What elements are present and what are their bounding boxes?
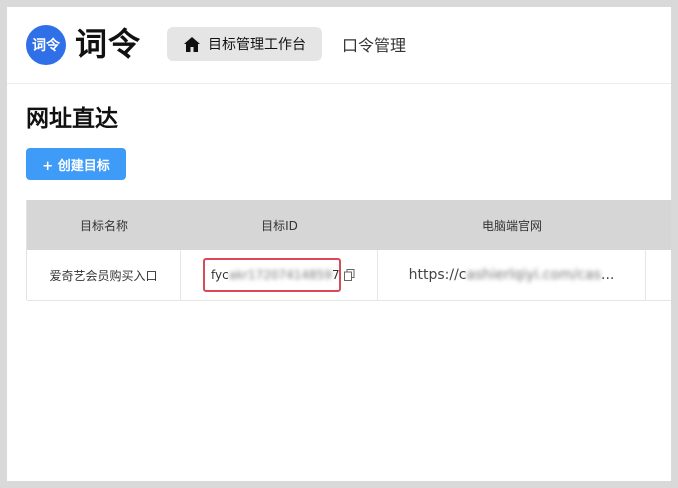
url-obscured: ashierlqiyi.com/cas <box>466 267 601 283</box>
nav-item-command-management[interactable]: 口令管理 <box>342 27 406 61</box>
logo[interactable]: 词令 <box>26 25 66 65</box>
row-extra-cell <box>646 250 671 300</box>
brand-name: 词令 <box>75 25 142 63</box>
targets-table: 目标名称 目标ID 电脑端官网 爱奇艺会员购买入口 fyc akr17207414… <box>26 200 671 301</box>
target-name-cell: 爱奇艺会员购买入口 <box>27 250 181 300</box>
column-header-desktop-url[interactable]: 电脑端官网 <box>378 200 646 250</box>
top-header: 词令 词令 目标管理工作台 口令管理 <box>7 7 671 84</box>
url-prefix: https://c <box>408 267 467 283</box>
create-target-button[interactable]: + 创建目标 <box>26 148 126 180</box>
desktop-url-cell[interactable]: https://cashierlqiyi.com/cas... <box>378 250 646 300</box>
target-id-obscured: akr17207414859 <box>228 268 332 282</box>
table-row: 爱奇艺会员购买入口 fyc akr17207414859 7 https://cas… <box>27 250 671 301</box>
app-window: 词令 词令 目标管理工作台 口令管理 网址直达 + 创建目标 目标名称 目标ID… <box>7 7 671 481</box>
nav-item-target-workbench[interactable]: 目标管理工作台 <box>167 27 322 61</box>
table-header: 目标名称 目标ID 电脑端官网 <box>27 200 671 250</box>
target-id-highlight[interactable]: fyc akr17207414859 7 <box>203 258 341 292</box>
home-icon <box>184 36 200 52</box>
copy-icon[interactable] <box>344 269 355 281</box>
target-id-suffix: 7 <box>331 268 340 282</box>
column-header-id[interactable]: 目标ID <box>181 200 378 250</box>
url-suffix: ... <box>601 267 615 283</box>
page-title: 网址直达 <box>26 106 118 132</box>
target-id-cell: fyc akr17207414859 7 <box>181 250 378 300</box>
target-id-prefix: fyc <box>211 268 229 282</box>
nav-item-label: 目标管理工作台 <box>208 37 306 53</box>
desktop-url-link[interactable]: https://cashierlqiyi.com/cas... <box>409 267 615 283</box>
logo-text: 词令 <box>32 38 60 54</box>
nav-item-label: 口令管理 <box>342 36 407 55</box>
column-header-name[interactable]: 目标名称 <box>27 200 181 250</box>
column-header-more <box>646 200 671 250</box>
